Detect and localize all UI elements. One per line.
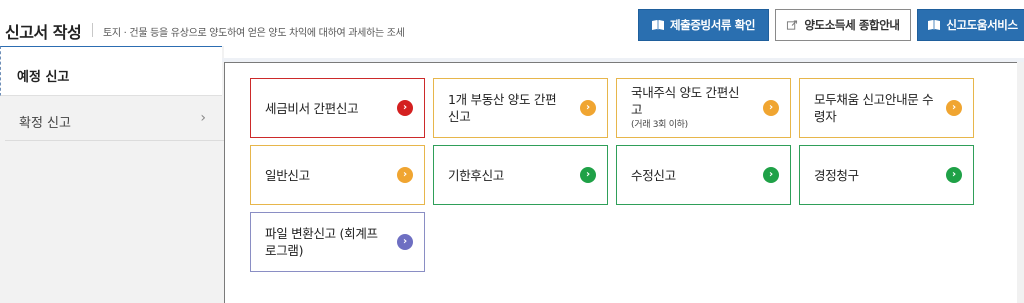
card-label: 1개 부동산 양도 간편 신고 (448, 92, 557, 124)
card-file-conversion-filing[interactable]: 파일 변환신고 (회계프로그램) › (250, 212, 425, 272)
card-label: 기한후신고 (448, 167, 505, 183)
page-title: 신고서 작성 (5, 23, 82, 42)
filing-help-label: 신고도움서비스 (946, 18, 1018, 32)
submission-docs-label: 제출증빙서류 확인 (669, 18, 756, 32)
card-label: 국내주식 양도 간편신고 (631, 85, 740, 117)
sidebar-item-scheduled-filing[interactable]: 예정 신고 (0, 46, 222, 96)
chevron-right-icon: › (397, 100, 413, 116)
card-label: 파일 변환신고 (회계프로그램) (265, 226, 378, 258)
sidebar-item-label: 확정 신고 (19, 116, 71, 131)
submission-docs-button[interactable]: 제출증빙서류 확인 (638, 9, 769, 41)
page-subtitle: 토지 · 건물 등을 유상으로 양도하여 얻은 양도 차익에 대하여 과세하는 … (103, 28, 405, 39)
chevron-right-icon: › (580, 100, 596, 116)
card-label: 수정신고 (631, 167, 676, 183)
card-single-property-simple-filing[interactable]: 1개 부동산 양도 간편 신고 › (433, 78, 608, 138)
external-link-icon (787, 19, 798, 30)
card-late-filing[interactable]: 기한후신고 › (433, 145, 608, 205)
scrollbar[interactable] (1017, 62, 1024, 303)
chevron-right-icon: › (763, 167, 779, 183)
chevron-right-icon: › (397, 167, 413, 183)
transfer-tax-guide-label: 양도소득세 종합안내 (804, 18, 900, 32)
card-label: 모두채움 신고안내문 수령자 (814, 92, 934, 124)
card-label: 세금비서 간편신고 (265, 100, 359, 116)
chevron-right-icon: › (946, 167, 962, 183)
card-label: 일반신고 (265, 167, 310, 183)
chevron-right-icon: › (946, 100, 962, 116)
chevron-right-icon: › (580, 167, 596, 183)
book-icon (651, 20, 664, 30)
card-refund-claim[interactable]: 경정청구 › (799, 145, 974, 205)
card-sublabel: (거래 3회 이하) (631, 120, 688, 130)
book-icon (928, 20, 941, 30)
chevron-right-icon: › (763, 100, 779, 116)
filing-help-button[interactable]: 신고도움서비스 (917, 9, 1024, 41)
chevron-right-icon: › (200, 110, 206, 126)
transfer-tax-guide-button[interactable]: 양도소득세 종합안내 (775, 9, 911, 41)
sidebar-item-label: 예정 신고 (17, 70, 70, 85)
sidebar-item-final-filing[interactable]: 확정 신고 › (5, 96, 224, 141)
title-divider (92, 23, 93, 37)
card-amended-filing[interactable]: 수정신고 › (616, 145, 791, 205)
chevron-right-icon: › (397, 234, 413, 250)
card-prefilled-notice-recipient[interactable]: 모두채움 신고안내문 수령자 › (799, 78, 974, 138)
card-label: 경정청구 (814, 167, 859, 183)
card-general-filing[interactable]: 일반신고 › (250, 145, 425, 205)
card-domestic-stock-simple-filing[interactable]: 국내주식 양도 간편신고 (거래 3회 이하) › (616, 78, 791, 138)
card-tax-secretary-simple-filing[interactable]: 세금비서 간편신고 › (250, 78, 425, 138)
